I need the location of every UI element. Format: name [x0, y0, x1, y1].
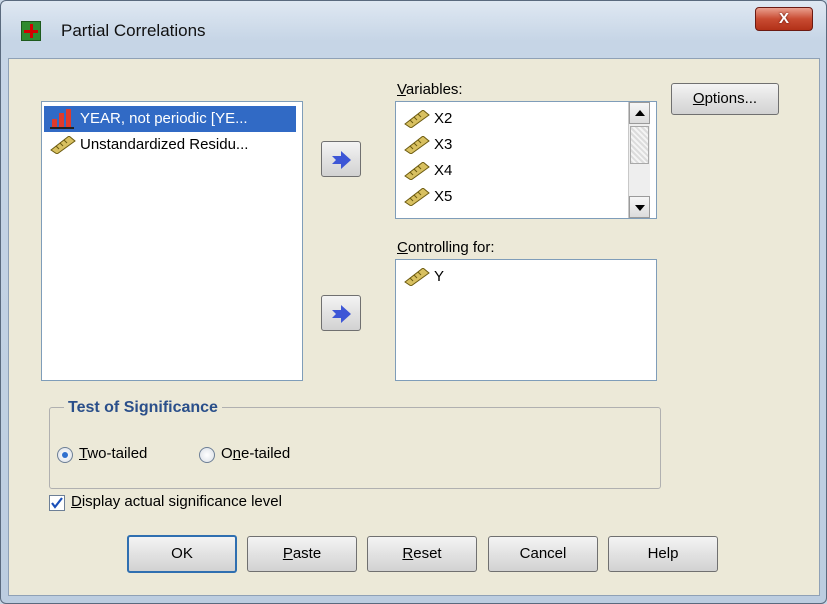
source-variable-list[interactable]: YEAR, not periodic [YE... Unstandardized…	[41, 101, 303, 381]
scroll-down-button[interactable]	[629, 196, 650, 218]
scale-ruler-icon	[404, 268, 430, 286]
ok-button[interactable]: OK	[127, 535, 237, 573]
list-item[interactable]: X3	[398, 132, 626, 158]
list-item[interactable]: X5	[398, 184, 626, 210]
scale-ruler-icon	[404, 162, 430, 180]
two-tailed-label[interactable]: Two-tailed	[79, 445, 147, 462]
list-item-label: X3	[434, 136, 453, 153]
nominal-bars-icon	[50, 109, 74, 129]
group-title: Test of Significance	[64, 399, 222, 417]
down-arrow-icon	[635, 205, 645, 211]
app-icon	[21, 21, 41, 41]
list-item[interactable]: X4	[398, 158, 626, 184]
window-title: Partial Correlations	[61, 21, 206, 40]
display-actual-significance-label[interactable]: Display actual significance level	[71, 493, 282, 510]
scale-ruler-icon	[404, 136, 430, 154]
list-item-label: Y	[434, 268, 445, 285]
title-bar[interactable]: Partial Correlations X	[1, 1, 826, 61]
right-arrow-icon	[332, 305, 351, 323]
checkmark-icon	[51, 497, 63, 509]
close-button[interactable]: X	[755, 7, 813, 31]
one-tailed-label[interactable]: One-tailed	[221, 445, 290, 462]
list-item[interactable]: Unstandardized Residu...	[44, 132, 296, 158]
one-tailed-radio[interactable]	[199, 447, 215, 463]
list-item-label: X5	[434, 188, 453, 205]
display-actual-significance-checkbox[interactable]	[49, 495, 65, 511]
list-item[interactable]: YEAR, not periodic [YE...	[44, 106, 296, 132]
two-tailed-radio[interactable]	[57, 447, 73, 463]
list-item-label: X2	[434, 110, 453, 127]
variables-scrollbar[interactable]	[628, 102, 650, 218]
list-item-label: YEAR, not periodic [YE...	[80, 110, 248, 127]
list-item[interactable]: X2	[398, 106, 626, 132]
help-button[interactable]: Help	[608, 536, 718, 572]
variables-label: Variables:	[397, 81, 463, 98]
list-item-label: X4	[434, 162, 453, 179]
variables-list[interactable]: X2 X3 X4 X5	[395, 101, 657, 219]
right-arrow-icon	[332, 151, 351, 169]
reset-button[interactable]: Reset	[367, 536, 477, 572]
cancel-button[interactable]: Cancel	[488, 536, 598, 572]
scale-ruler-icon	[50, 136, 76, 154]
paste-button[interactable]: Paste	[247, 536, 357, 572]
scale-ruler-icon	[404, 110, 430, 128]
move-to-variables-button[interactable]	[321, 141, 361, 177]
scroll-thumb[interactable]	[630, 126, 649, 164]
scale-ruler-icon	[404, 188, 430, 206]
list-item-label: Unstandardized Residu...	[80, 136, 249, 153]
list-item[interactable]: Y	[398, 264, 650, 290]
move-to-controlling-button[interactable]	[321, 295, 361, 331]
options-button[interactable]: Options...	[671, 83, 779, 115]
scroll-up-button[interactable]	[629, 102, 650, 124]
dialog-client-area: YEAR, not periodic [YE... Unstandardized…	[8, 58, 820, 596]
controlling-for-list[interactable]: Y	[395, 259, 657, 381]
controlling-for-label: Controlling for:	[397, 239, 495, 256]
up-arrow-icon	[635, 110, 645, 116]
